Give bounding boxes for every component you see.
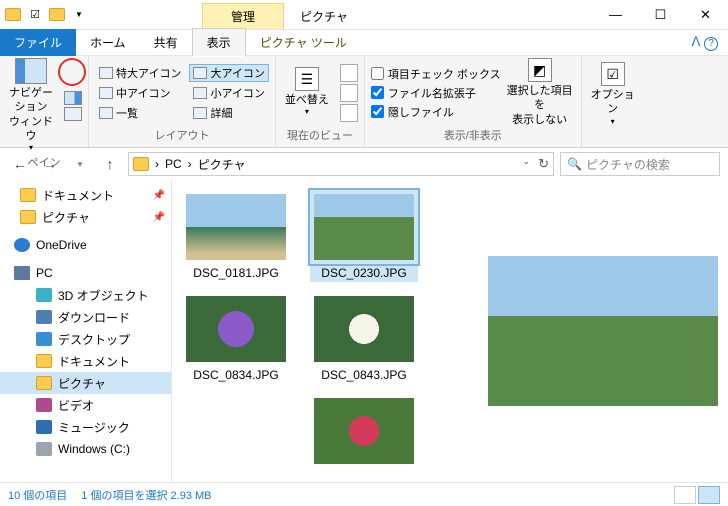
layout-details[interactable]: 詳細 (189, 104, 268, 122)
search-icon: 🔍 (567, 157, 582, 171)
group-label-current-view: 現在のビュー (282, 127, 358, 145)
context-tab-manage: 管理 (202, 3, 284, 29)
titlebar: ☑ ▼ 管理 ピクチャ — ☐ ✕ (0, 0, 728, 30)
group-options: ☑ オプション ▾ (582, 56, 644, 147)
crumb-sep[interactable]: › (153, 157, 161, 171)
file-area: DSC_0181.JPG DSC_0230.JPG DSC_0834.JPG D… (172, 180, 728, 482)
ribbon-tabstrip: ファイル ホーム 共有 表示 ピクチャ ツール ᐱ ? (0, 30, 728, 56)
pin-icon: 📌 (153, 190, 165, 201)
maximize-button[interactable]: ☐ (638, 1, 683, 29)
properties-icon[interactable]: ☑ (26, 6, 44, 24)
qat-dropdown-icon[interactable]: ▼ (70, 6, 88, 24)
checkbox-item-checkboxes[interactable]: 項目チェック ボックス (371, 66, 501, 82)
address-row: ← → ▾ ↑ › PC › ピクチャ ⌄ ↻ 🔍 ピクチャの検索 (0, 148, 728, 180)
file-item[interactable]: DSC_0843.JPG (310, 292, 418, 384)
tree-item-documents2[interactable]: ドキュメント (0, 350, 171, 372)
navigation-tree: ドキュメント📌 ピクチャ📌 OneDrive PC 3D オブジェクト ダウンロ… (0, 180, 172, 482)
group-by-button[interactable] (340, 64, 358, 82)
view-details-button[interactable] (674, 486, 696, 504)
refresh-icon[interactable]: ↻ (538, 156, 549, 172)
item-count: 10 個の項目 (8, 487, 67, 503)
tree-item-3d-objects[interactable]: 3D オブジェクト (0, 284, 171, 306)
group-pane: ナビゲーション ウィンドウ ▾ ペイン (0, 56, 89, 147)
folder-icon (133, 157, 149, 171)
close-button[interactable]: ✕ (683, 1, 728, 29)
statusbar: 10 個の項目 1 個の項目を選択 2.93 MB (0, 482, 728, 506)
crumb-pictures[interactable]: ピクチャ (196, 156, 248, 173)
crumb-pc[interactable]: PC (163, 157, 184, 171)
file-item[interactable]: DSC_0834.JPG (182, 292, 290, 384)
tree-item-pictures[interactable]: ピクチャ (0, 372, 171, 394)
hide-selected-button[interactable]: ◩ 選択した項目を 表示しない (505, 58, 575, 127)
columns-button[interactable] (340, 84, 358, 102)
thumbnail (314, 194, 414, 260)
fit-columns-button[interactable] (340, 104, 358, 122)
details-pane-button[interactable] (64, 107, 82, 121)
checkbox-filename-ext[interactable]: ファイル名拡張子 (371, 85, 501, 101)
window-title: ピクチャ (284, 4, 364, 29)
layout-medium[interactable]: 中アイコン (95, 84, 185, 102)
file-item[interactable]: DSC_0181.JPG (182, 190, 290, 282)
tree-item-video[interactable]: ビデオ (0, 394, 171, 416)
file-item[interactable] (310, 394, 418, 468)
group-label-show-hide: 表示/非表示 (371, 127, 575, 145)
layout-small[interactable]: 小アイコン (189, 84, 268, 102)
dropdown-icon[interactable]: ⌄ (523, 156, 531, 172)
tree-item-music[interactable]: ミュージック (0, 416, 171, 438)
thumbnail (186, 296, 286, 362)
group-label-layout: レイアウト (95, 127, 269, 145)
tab-share[interactable]: 共有 (140, 29, 192, 56)
selection-info: 1 個の項目を選択 2.93 MB (81, 487, 211, 503)
preview-pane-button[interactable] (64, 91, 82, 105)
folder-icon (4, 6, 22, 24)
sort-icon: ☰ (295, 67, 319, 91)
tree-item-pictures-qa[interactable]: ピクチャ📌 (0, 206, 171, 228)
navigation-pane-button[interactable]: ナビゲーション ウィンドウ ▾ (6, 58, 56, 154)
tree-item-documents[interactable]: ドキュメント📌 (0, 184, 171, 206)
group-layout: 特大アイコン 大アイコン 中アイコン 小アイコン 一覧 詳細 レイアウト (89, 56, 276, 147)
checkbox-hidden-files[interactable]: 隠しファイル (371, 104, 501, 120)
tree-item-pc[interactable]: PC (0, 262, 171, 284)
tree-item-onedrive[interactable]: OneDrive (0, 234, 171, 256)
new-folder-icon[interactable] (48, 6, 66, 24)
tab-view[interactable]: 表示 (192, 28, 246, 57)
tab-picture-tools[interactable]: ピクチャ ツール (246, 29, 361, 56)
pin-icon: 📌 (153, 212, 165, 223)
view-large-icons-button[interactable] (698, 486, 720, 504)
layout-large[interactable]: 大アイコン (189, 64, 268, 82)
ribbon: ナビゲーション ウィンドウ ▾ ペイン 特大アイコン 大アイコン 中アイコン 小… (0, 56, 728, 148)
thumbnail (186, 194, 286, 260)
hide-icon: ◩ (528, 58, 552, 82)
help-button[interactable]: ᐱ ? (681, 34, 728, 51)
group-show-hide: 項目チェック ボックス ファイル名拡張子 隠しファイル ◩ 選択した項目を 表示… (365, 56, 582, 147)
file-item[interactable]: DSC_0230.JPG (310, 190, 418, 282)
options-button[interactable]: ☑ オプション ▾ (588, 62, 638, 127)
thumbnail (314, 296, 414, 362)
quick-access-toolbar: ☑ ▼ (0, 6, 92, 24)
group-current-view: ☰ 並べ替え ▾ 現在のビュー (276, 56, 365, 147)
crumb-sep[interactable]: › (186, 157, 194, 171)
search-input[interactable]: 🔍 ピクチャの検索 (560, 152, 720, 176)
preview-image (488, 256, 718, 406)
tab-home[interactable]: ホーム (76, 29, 140, 56)
preview-pane (478, 180, 728, 482)
tab-file[interactable]: ファイル (0, 29, 76, 56)
navigation-pane-icon (15, 58, 47, 84)
sort-button[interactable]: ☰ 並べ替え ▾ (282, 67, 332, 118)
layout-list[interactable]: 一覧 (95, 104, 185, 122)
file-grid[interactable]: DSC_0181.JPG DSC_0230.JPG DSC_0834.JPG D… (172, 180, 478, 482)
layout-extra-large[interactable]: 特大アイコン (95, 64, 185, 82)
options-icon: ☑ (601, 62, 625, 86)
content-area: ドキュメント📌 ピクチャ📌 OneDrive PC 3D オブジェクト ダウンロ… (0, 180, 728, 482)
tree-item-desktop[interactable]: デスクトップ (0, 328, 171, 350)
thumbnail (314, 398, 414, 464)
up-button[interactable]: ↑ (98, 152, 122, 176)
minimize-button[interactable]: — (593, 1, 638, 29)
tree-item-downloads[interactable]: ダウンロード (0, 306, 171, 328)
address-bar[interactable]: › PC › ピクチャ ⌄ ↻ (128, 152, 554, 176)
group-label-pane: ペイン (6, 154, 82, 172)
tree-item-windows-c[interactable]: Windows (C:) (0, 438, 171, 460)
